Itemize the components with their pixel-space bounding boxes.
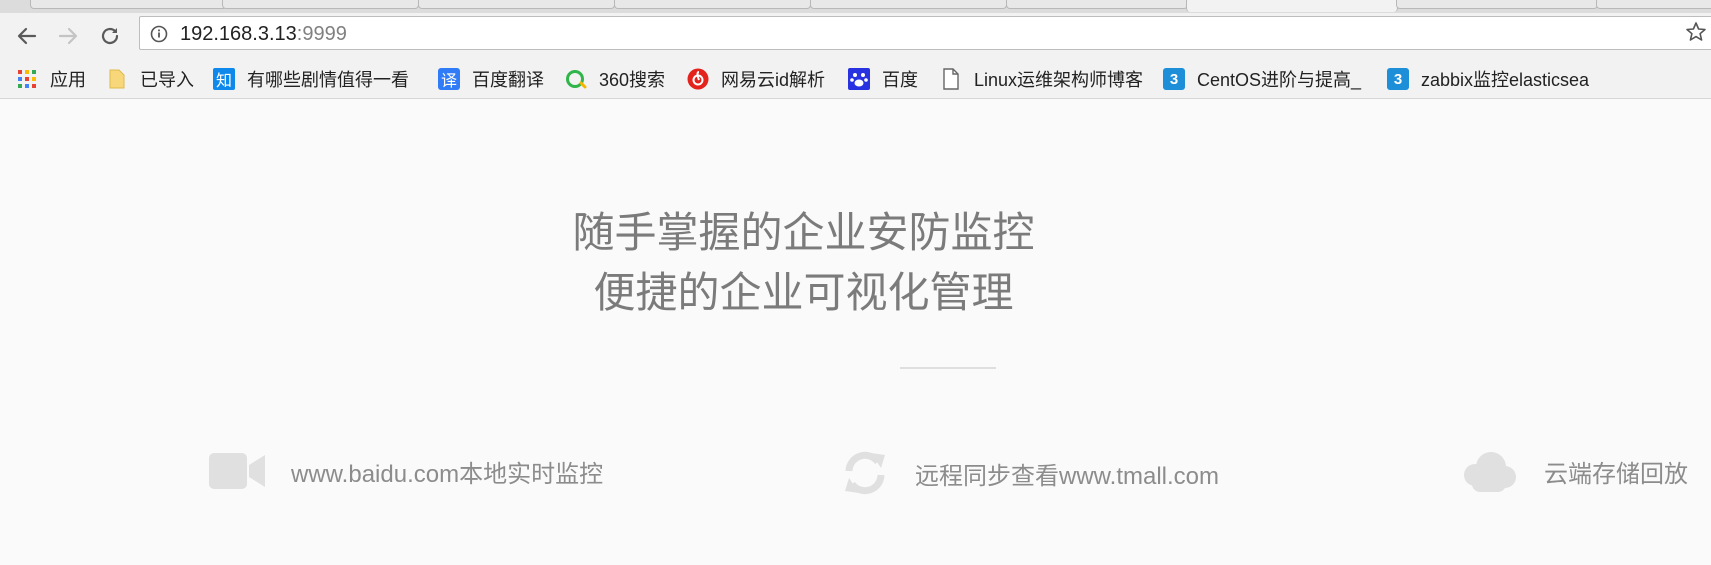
reload-icon bbox=[101, 27, 119, 45]
browser-tab[interactable] bbox=[1006, 0, 1188, 9]
browser-tab[interactable] bbox=[30, 0, 227, 9]
bookmark-label: 360搜索 bbox=[599, 70, 666, 90]
bookmark-baidu[interactable]: 百度 bbox=[848, 67, 928, 91]
cloud-icon bbox=[1458, 449, 1518, 493]
bookmark-baidu-translate[interactable]: 译 百度翻译 bbox=[438, 67, 558, 91]
forward-button[interactable] bbox=[53, 21, 83, 51]
bookmark-linux-blog[interactable]: Linux运维架构师博客 bbox=[940, 67, 1145, 91]
back-arrow-icon bbox=[17, 27, 37, 45]
hero-title-line-1: 随手掌握的企业安防监控 bbox=[572, 208, 1035, 257]
baidu-translate-icon: 译 bbox=[438, 68, 460, 90]
blog-3-icon: 3 bbox=[1163, 68, 1185, 90]
bookmark-zabbix[interactable]: 3 zabbix监控elasticsea bbox=[1387, 67, 1597, 91]
hero-title-line-2: 便捷的企业可视化管理 bbox=[593, 268, 1014, 317]
baidu-paw-icon bbox=[848, 68, 870, 90]
back-button[interactable] bbox=[12, 21, 42, 51]
bookmark-label: zabbix监控elasticsea bbox=[1421, 70, 1590, 90]
bookmark-label: 已导入 bbox=[140, 70, 194, 90]
url-text: 192.168.3.13:9999 bbox=[180, 23, 347, 46]
bookmark-star-icon[interactable] bbox=[1685, 21, 1707, 43]
bookmark-apps[interactable]: 应用 bbox=[16, 67, 96, 91]
video-camera-icon bbox=[209, 449, 265, 493]
feature-text: www.baidu.com本地实时监控 bbox=[291, 460, 604, 488]
browser-tab[interactable] bbox=[1596, 0, 1711, 9]
bookmark-360-search[interactable]: 360搜索 bbox=[565, 67, 680, 91]
360-search-icon bbox=[565, 68, 587, 90]
feature-cloud-storage: 云端存储回放 bbox=[1458, 449, 1688, 493]
sync-icon bbox=[841, 449, 889, 497]
hero-divider bbox=[900, 367, 996, 369]
bookmark-netease[interactable]: 网易云id解析 bbox=[687, 67, 837, 91]
url-port: :9999 bbox=[296, 23, 347, 45]
address-bar[interactable]: 192.168.3.13:9999 bbox=[139, 16, 1711, 50]
bookmark-label: 百度翻译 bbox=[472, 70, 544, 90]
browser-tab[interactable] bbox=[810, 0, 1007, 9]
bookmark-label: 百度 bbox=[882, 70, 918, 90]
bookmark-label: 应用 bbox=[50, 70, 86, 90]
browser-tab[interactable] bbox=[418, 0, 615, 9]
folder-icon bbox=[106, 68, 128, 90]
bookmark-imported-folder[interactable]: 已导入 bbox=[106, 67, 206, 91]
browser-toolbar: 192.168.3.13:9999 bbox=[0, 13, 1711, 58]
bookmark-label: CentOS进阶与提高_ bbox=[1197, 70, 1362, 90]
feature-text: 云端存储回放 bbox=[1544, 460, 1688, 488]
bookmark-label: 网易云id解析 bbox=[721, 70, 826, 90]
bookmark-label: 有哪些剧情值得一看 bbox=[247, 70, 409, 90]
info-icon[interactable] bbox=[150, 25, 168, 43]
bookmarks-bar: 应用 已导入 知 有哪些剧情值得一看 译 百度翻译 360搜索 网易云id解析 … bbox=[0, 58, 1711, 99]
reload-button[interactable] bbox=[95, 21, 125, 51]
netease-music-icon bbox=[687, 68, 709, 90]
browser-tab[interactable] bbox=[614, 0, 811, 9]
forward-arrow-icon bbox=[58, 27, 78, 45]
bookmark-label: Linux运维架构师博客 bbox=[974, 70, 1144, 90]
browser-tab-active[interactable] bbox=[1186, 0, 1398, 12]
feature-remote-sync: 远程同步查看www.tmall.com bbox=[841, 449, 1219, 497]
feature-text: 远程同步查看www.tmall.com bbox=[915, 462, 1220, 490]
zhihu-icon: 知 bbox=[213, 68, 235, 90]
browser-tab[interactable] bbox=[1396, 0, 1598, 9]
browser-tab[interactable] bbox=[222, 0, 419, 9]
apps-grid-icon bbox=[16, 68, 38, 90]
tab-strip bbox=[0, 0, 1711, 13]
blog-3-icon: 3 bbox=[1387, 68, 1409, 90]
bookmark-zhihu[interactable]: 知 有哪些剧情值得一看 bbox=[213, 67, 416, 91]
feature-local-monitoring: www.baidu.com本地实时监控 bbox=[209, 449, 603, 493]
url-host: 192.168.3.13 bbox=[180, 23, 297, 45]
bookmark-centos[interactable]: 3 CentOS进阶与提高_ bbox=[1163, 67, 1363, 91]
page-icon bbox=[940, 68, 962, 90]
page-content: 随手掌握的企业安防监控 便捷的企业可视化管理 www.baidu.com本地实时… bbox=[0, 99, 1711, 565]
